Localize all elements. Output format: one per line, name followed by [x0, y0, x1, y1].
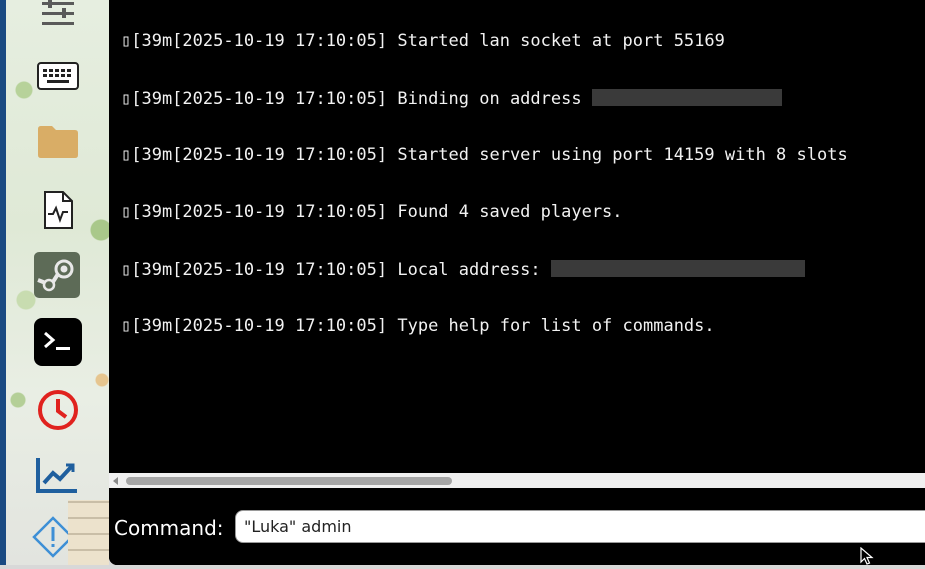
- steam-icon[interactable]: [34, 252, 80, 298]
- keyboard-icon[interactable]: [36, 58, 80, 94]
- scrollbar-thumb[interactable]: [126, 477, 452, 485]
- command-label: Command:: [114, 516, 224, 540]
- folder-icon[interactable]: [34, 120, 82, 162]
- log-line: ▯[39m[2025-10-19 17:10:05] Started lan s…: [121, 32, 925, 51]
- log-line: ▯[39m[2025-10-19 17:10:05] Type help for…: [121, 317, 925, 336]
- log-line: ▯[39m[2025-10-19 17:10:05] Started serve…: [121, 146, 925, 165]
- log-message: Started lan socket at port 55169: [397, 31, 725, 51]
- log-prefix: ▯[39m[2025-10-19 17:10:05]: [121, 145, 388, 165]
- log-prefix: ▯[39m[2025-10-19 17:10:05]: [121, 202, 388, 222]
- log-message: Found 4 saved players.: [397, 202, 623, 222]
- server-console: ▯[39m[2025-10-19 17:10:05] Started lan s…: [109, 0, 925, 565]
- log-prefix: ▯[39m[2025-10-19 17:10:05]: [121, 89, 388, 109]
- chart-trend-icon[interactable]: [34, 455, 80, 495]
- scroll-left-arrow-icon[interactable]: [113, 477, 118, 485]
- terminal-icon[interactable]: [34, 318, 82, 366]
- command-bar: Command: "Luka" admin: [109, 488, 925, 565]
- background-tiles: [68, 500, 109, 565]
- log-message: Started server using port 14159 with 8 s…: [397, 145, 848, 165]
- log-prefix: ▯[39m[2025-10-19 17:10:05]: [121, 260, 388, 280]
- console-log: ▯[39m[2025-10-19 17:10:05] Started lan s…: [121, 0, 925, 464]
- log-prefix: ▯[39m[2025-10-19 17:10:05]: [121, 31, 388, 51]
- log-line: ▯[39m[2025-10-19 17:10:05] Binding on ad…: [121, 89, 925, 109]
- activity-file-icon[interactable]: [38, 188, 78, 232]
- command-input[interactable]: "Luka" admin: [235, 510, 925, 543]
- redacted-address: [550, 260, 805, 277]
- log-line: ▯[39m[2025-10-19 17:10:05] Local address…: [121, 260, 925, 280]
- log-line: ▯[39m[2025-10-19 17:10:05] Found 4 saved…: [121, 203, 925, 222]
- clock-icon[interactable]: [36, 388, 80, 432]
- mouse-pointer-icon: [860, 546, 874, 569]
- redacted-address: [591, 89, 782, 106]
- log-prefix: ▯[39m[2025-10-19 17:10:05]: [121, 316, 388, 336]
- log-message: Binding on address: [397, 89, 582, 109]
- sidebar: [6, 0, 109, 565]
- log-message: Local address:: [397, 260, 541, 280]
- sliders-icon[interactable]: [36, 0, 80, 30]
- horizontal-scrollbar[interactable]: [109, 473, 925, 488]
- log-message: Type help for list of commands.: [397, 316, 715, 336]
